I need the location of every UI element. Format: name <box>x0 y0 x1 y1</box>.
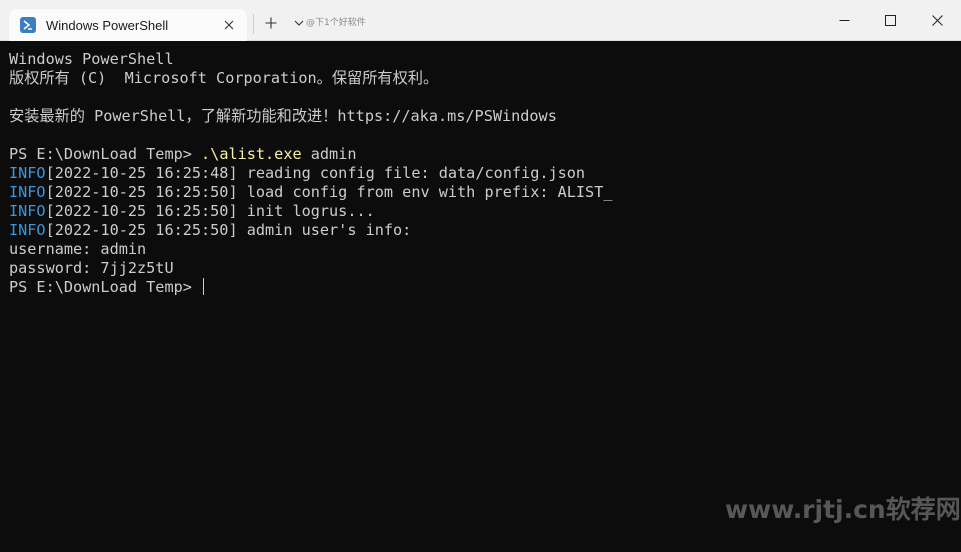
minimize-icon <box>839 20 849 21</box>
plus-icon <box>265 17 277 29</box>
log-level: INFO <box>9 164 46 182</box>
command-line: PS E:\DownLoad Temp> .\alist.exe admin <box>9 145 961 164</box>
log-text: [2022-10-25 16:25:48] reading config fil… <box>45 164 586 182</box>
tab-windows-powershell[interactable]: Windows PowerShell <box>9 9 247 41</box>
tab-divider <box>253 14 254 34</box>
log-text: [2022-10-25 16:25:50] init logrus... <box>45 202 375 220</box>
log-line: INFO[2022-10-25 16:25:48] reading config… <box>9 164 961 183</box>
command-argument: admin <box>301 145 357 163</box>
log-text: [2022-10-25 16:25:50] load config from e… <box>45 183 613 201</box>
log-line: INFO[2022-10-25 16:25:50] load config fr… <box>9 183 961 202</box>
log-level: INFO <box>9 221 46 239</box>
log-level: INFO <box>9 183 46 201</box>
chevron-down-icon <box>294 20 304 26</box>
terminal-output[interactable]: Windows PowerShell 版权所有 (C) Microsoft Co… <box>0 41 961 552</box>
title-bar: Windows PowerShell @下1个好软件 <box>0 0 961 41</box>
close-window-button[interactable] <box>914 0 960 41</box>
new-tab-button[interactable] <box>260 12 282 34</box>
powershell-icon <box>20 17 36 33</box>
tab-title: Windows PowerShell <box>46 17 169 33</box>
log-line: INFO[2022-10-25 16:25:50] admin user's i… <box>9 221 961 240</box>
active-prompt-line[interactable]: PS E:\DownLoad Temp> <box>9 278 961 297</box>
terminal-line: password: 7jj2z5tU <box>9 259 174 277</box>
watermark: www.rjtj.cn软荐网 <box>725 495 961 524</box>
close-icon <box>931 15 943 26</box>
terminal-line: username: admin <box>9 240 147 258</box>
terminal-line: 版权所有 (C) Microsoft Corporation。保留所有权利。 <box>9 69 439 87</box>
tab-dropdown-button[interactable] <box>292 15 306 31</box>
terminal-line: 安装最新的 PowerShell，了解新功能和改进！https://aka.ms… <box>9 107 557 125</box>
maximize-button[interactable] <box>867 0 913 41</box>
prompt: PS E:\DownLoad Temp> <box>9 278 202 296</box>
text-cursor <box>203 278 205 295</box>
command-executable: .\alist.exe <box>201 145 302 163</box>
minimize-button[interactable] <box>821 0 867 41</box>
log-text: [2022-10-25 16:25:50] admin user's info: <box>45 221 412 239</box>
log-level: INFO <box>9 202 46 220</box>
close-icon[interactable] <box>221 17 237 33</box>
log-line: INFO[2022-10-25 16:25:50] init logrus... <box>9 202 961 221</box>
top-watermark: @下1个好软件 <box>306 18 366 28</box>
terminal-line: Windows PowerShell <box>9 50 174 68</box>
prompt: PS E:\DownLoad Temp> <box>9 145 202 163</box>
maximize-icon <box>884 15 896 26</box>
